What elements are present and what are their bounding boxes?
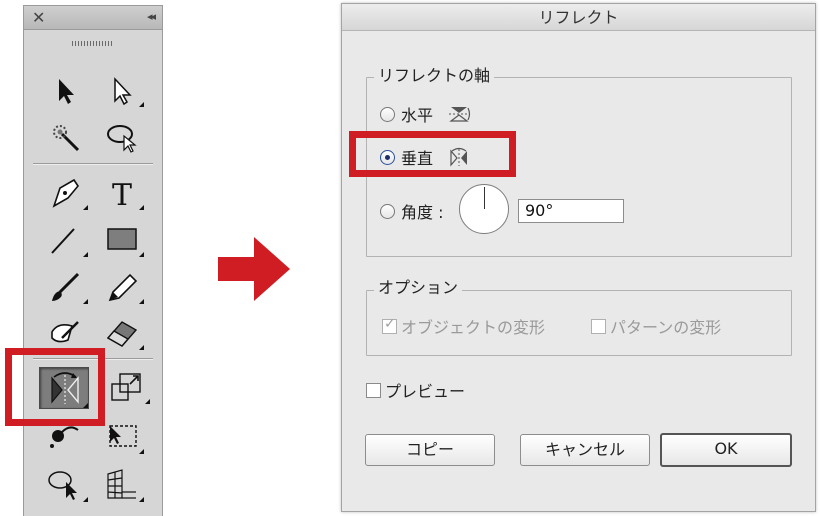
- cancel-button[interactable]: キャンセル: [520, 434, 650, 466]
- dialog-title: リフレクト: [342, 4, 815, 31]
- ok-button[interactable]: OK: [660, 433, 792, 467]
- tool-separator: [33, 163, 153, 164]
- flyout-indicator: [139, 449, 144, 454]
- horizontal-axis-icon: [449, 107, 471, 122]
- angle-dial[interactable]: [459, 184, 509, 234]
- free-transform-tool-icon: [109, 425, 137, 447]
- type-tool[interactable]: T: [100, 174, 144, 210]
- close-icon[interactable]: ✕: [32, 8, 45, 27]
- transform-objects-label: オブジェクトの変形: [401, 318, 546, 337]
- flyout-indicator: [83, 299, 88, 304]
- perspective-grid-tool-icon: [107, 469, 136, 499]
- magic-wand-tool[interactable]: [44, 118, 88, 154]
- angle-option[interactable]: 角度 :: [380, 200, 443, 222]
- direct-selection-tool[interactable]: [100, 71, 144, 107]
- transform-patterns-option[interactable]: パターンの変形: [591, 314, 721, 338]
- horizontal-radio[interactable]: [380, 106, 395, 122]
- type-tool-icon: T: [112, 178, 132, 210]
- eraser-tool[interactable]: [100, 314, 144, 350]
- blob-brush-tool-icon: [51, 321, 79, 343]
- lasso-tool-icon: [107, 125, 137, 153]
- line-segment-tool-icon: [51, 228, 75, 254]
- vertical-option-highlight: [349, 131, 516, 177]
- eraser-tool-icon: [106, 321, 138, 347]
- magic-wand-tool-icon: [53, 125, 80, 152]
- flyout-indicator: [139, 299, 144, 304]
- preview-label: プレビュー: [385, 382, 466, 401]
- scale-tool[interactable]: [106, 368, 150, 404]
- type-tool-glyph: T: [112, 178, 132, 210]
- direct-selection-tool-icon: [114, 77, 132, 106]
- selection-tool[interactable]: [44, 71, 88, 107]
- transform-patterns-label: パターンの変形: [610, 318, 722, 337]
- shape-builder-tool-icon: [48, 471, 77, 500]
- flyout-indicator: [83, 497, 88, 502]
- preview-option[interactable]: プレビュー: [366, 378, 465, 402]
- flyout-indicator: [145, 399, 150, 404]
- selection-tool-icon: [59, 79, 74, 104]
- tools-panel: ✕ ◂◂ T: [23, 5, 163, 516]
- flyout-indicator: [139, 252, 144, 257]
- flyout-indicator: [139, 345, 144, 350]
- panel-grip[interactable]: [72, 41, 112, 46]
- flyout-indicator: [83, 205, 88, 210]
- angle-label: 角度 :: [401, 203, 444, 222]
- flyout-indicator: [139, 497, 144, 502]
- pencil-tool-icon: [108, 273, 138, 302]
- paintbrush-tool-icon: [52, 272, 80, 301]
- reflect-dialog: リフレクト リフレクトの軸 水平 垂直 角度 : 90° オプション ✓ オブジ…: [341, 3, 816, 512]
- shape-builder-tool[interactable]: [44, 466, 88, 502]
- angle-radio[interactable]: [380, 203, 395, 219]
- angle-input[interactable]: 90°: [518, 199, 624, 223]
- reflect-tool-highlight: [5, 348, 105, 426]
- flyout-indicator: [83, 252, 88, 257]
- rectangle-tool-icon: [107, 228, 137, 250]
- right-arrow-icon: [218, 237, 290, 301]
- tools-panel-titlebar: ✕ ◂◂: [24, 6, 162, 30]
- line-segment-tool[interactable]: [44, 221, 88, 257]
- transform-objects-checkbox[interactable]: [382, 316, 397, 334]
- horizontal-option[interactable]: 水平: [380, 103, 471, 125]
- horizontal-label: 水平: [401, 106, 434, 125]
- paintbrush-tool[interactable]: [44, 268, 88, 304]
- transform-objects-option[interactable]: オブジェクトの変形: [382, 314, 545, 338]
- flyout-indicator: [139, 102, 144, 107]
- blob-brush-tool[interactable]: [44, 314, 88, 350]
- preview-checkbox[interactable]: [366, 382, 381, 398]
- options-group-label: オプション: [374, 278, 463, 298]
- free-transform-tool[interactable]: [100, 418, 144, 454]
- flyout-indicator: [139, 205, 144, 210]
- transform-patterns-checkbox[interactable]: [591, 318, 606, 334]
- collapse-icon[interactable]: ◂◂: [147, 10, 156, 23]
- pencil-tool[interactable]: [100, 268, 144, 304]
- scale-tool-icon: [111, 373, 141, 401]
- perspective-grid-tool[interactable]: [100, 466, 144, 502]
- reflect-axis-group-label: リフレクトの軸: [374, 66, 495, 86]
- rectangle-tool[interactable]: [100, 221, 144, 257]
- copy-button[interactable]: コピー: [365, 434, 495, 466]
- pen-tool-icon: [52, 178, 79, 208]
- pen-tool[interactable]: [44, 174, 88, 210]
- lasso-tool[interactable]: [100, 118, 144, 154]
